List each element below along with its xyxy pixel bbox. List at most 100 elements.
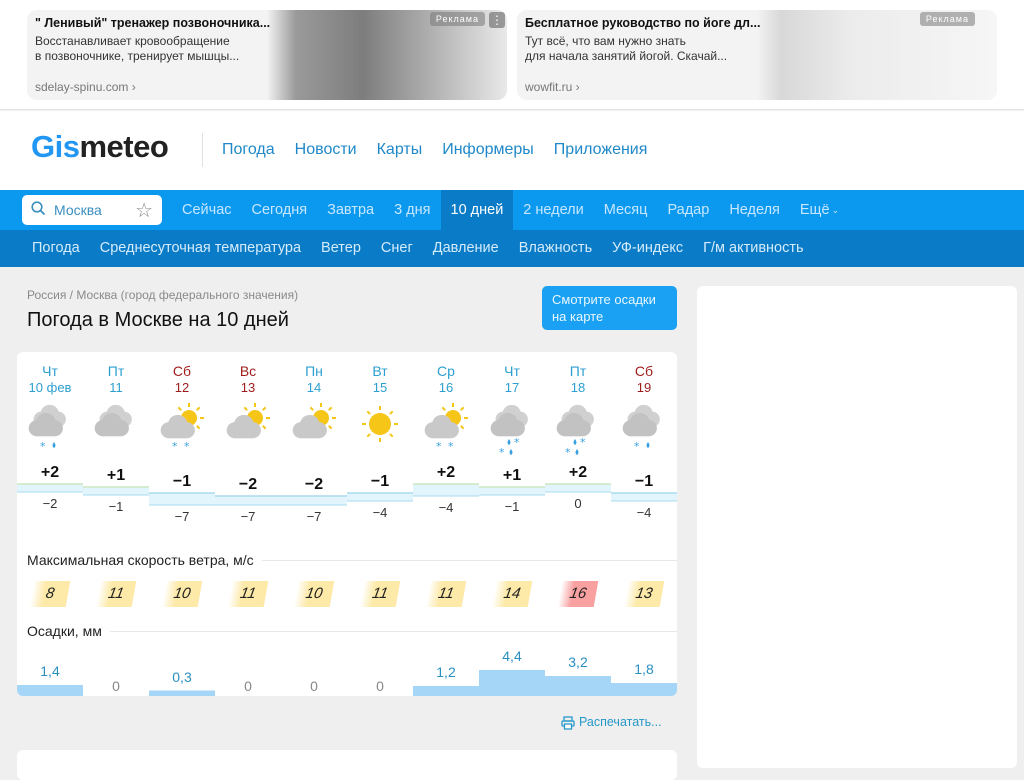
wind-speed-value: 14 — [491, 581, 533, 607]
tab-period[interactable]: Месяц — [594, 190, 658, 230]
ad-domain[interactable]: sdelay-spinu.com › — [35, 80, 136, 94]
tab-period[interactable]: 2 недели — [513, 190, 593, 230]
ad-title: Бесплатное руководство по йоге дл... — [525, 16, 761, 30]
day-date: 11 — [109, 380, 123, 395]
wind-speed-value: 10 — [293, 581, 335, 607]
temp-min-label: −7 — [306, 509, 322, 524]
ad-domain[interactable]: wowfit.ru › — [525, 80, 580, 94]
temp-bar — [479, 487, 545, 495]
precip-bar — [413, 686, 479, 696]
tab-period[interactable]: Сегодня — [242, 190, 318, 230]
tab-param[interactable]: Г/м активность — [693, 230, 813, 267]
svg-text:*: * — [499, 446, 505, 458]
top-nav: Погода Новости Карты Информеры Приложени… — [222, 141, 647, 159]
day-name: Чт — [504, 363, 520, 379]
partly-cloudy-icon — [291, 402, 337, 463]
precip-value: 1,2 — [436, 664, 456, 680]
temp-bar — [347, 493, 413, 501]
temp-max-label: −1 — [172, 473, 192, 490]
cloudy-heavy-snow-rain-icon: * * — [489, 402, 535, 463]
precip-map-button[interactable]: Смотрите осадки на карте — [542, 286, 677, 330]
ad-label: Реклама — [429, 12, 485, 26]
search-value: Москва — [54, 202, 102, 218]
day-date: 12 — [174, 380, 190, 395]
cloudy-snow-rain-icon: * — [27, 402, 73, 463]
nav-informers[interactable]: Информеры — [442, 141, 534, 159]
divider — [202, 133, 203, 167]
day-name: Вс — [239, 363, 257, 379]
forecast-card: Максимальная скорость ветра, м/с Осадки,… — [17, 352, 677, 696]
wind-speed-value: 8 — [29, 581, 71, 607]
wind-speed-value: 16 — [557, 581, 599, 607]
tab-param[interactable]: Среднесуточная температура — [90, 230, 311, 267]
logo[interactable]: Gismeteo — [31, 129, 169, 165]
precip-value: 1,8 — [634, 661, 654, 677]
nav-maps[interactable]: Карты — [377, 141, 423, 159]
precip-bar — [17, 685, 83, 696]
day-date: 10 фев — [28, 380, 72, 395]
tab-period[interactable]: Завтра — [317, 190, 384, 230]
ad-bar: " Ленивый" тренажер позвоночника... Восс… — [0, 0, 1024, 110]
chevron-down-icon[interactable]: ⌄ — [832, 190, 840, 230]
tab-param[interactable]: Давление — [423, 230, 509, 267]
city-search-input[interactable]: Москва ☆ — [22, 195, 162, 225]
temp-bar — [611, 493, 677, 501]
nav-news[interactable]: Новости — [295, 141, 357, 159]
svg-text:*: * — [565, 446, 571, 458]
day-date: 18 — [570, 380, 586, 395]
precip-value: 3,2 — [568, 654, 588, 670]
temp-bar — [17, 484, 83, 492]
svg-text:*: * — [514, 436, 520, 449]
wind-speed-value: 11 — [359, 581, 401, 607]
breadcrumb[interactable]: Россия / Москва (город федерального знач… — [27, 288, 298, 302]
ad-banner-2[interactable]: Бесплатное руководство по йоге дл... Тут… — [517, 10, 997, 100]
temp-min-label: −4 — [372, 505, 388, 520]
temp-max-label: +2 — [436, 464, 456, 481]
printer-icon — [561, 716, 575, 730]
temp-min-label: −4 — [636, 505, 652, 520]
ad-title: " Ленивый" тренажер позвоночника... — [35, 16, 271, 30]
day-name: Чт — [42, 363, 58, 379]
temp-min-label: −4 — [438, 500, 454, 515]
precip-value: 0 — [310, 678, 318, 694]
ad-description: Тут всё, что вам нужно знать для начала … — [525, 34, 728, 63]
star-icon[interactable]: ☆ — [135, 198, 153, 223]
svg-text:*: * — [634, 440, 640, 453]
tab-period[interactable]: Радар — [657, 190, 719, 230]
temp-max-label: −1 — [634, 473, 654, 490]
print-link[interactable]: Распечатать... — [561, 715, 662, 730]
day-date: 17 — [504, 380, 520, 395]
wind-speed-value: 11 — [95, 581, 137, 607]
svg-text:*: * — [448, 440, 454, 453]
day-name: Сб — [634, 363, 654, 379]
sunny-icon — [357, 402, 403, 463]
tab-period[interactable]: Сейчас — [172, 190, 242, 230]
tab-param[interactable]: УФ-индекс — [602, 230, 693, 267]
right-ad-panel — [697, 286, 1017, 768]
next-card — [17, 750, 677, 780]
tab-param[interactable]: Снег — [371, 230, 423, 267]
temp-max-label: −1 — [370, 473, 390, 490]
precip-bar — [149, 690, 215, 696]
temp-bar — [281, 496, 347, 505]
temp-max-label: +1 — [106, 467, 126, 484]
nav-apps[interactable]: Приложения — [554, 141, 648, 159]
tab-param[interactable]: Погода — [22, 230, 90, 267]
precip-value: 0 — [112, 678, 120, 694]
temp-min-label: −7 — [174, 509, 190, 524]
temp-min-label: 0 — [574, 496, 582, 511]
nav-pogoda[interactable]: Погода — [222, 141, 275, 159]
temp-min-label: −7 — [240, 509, 256, 524]
tab-param[interactable]: Ветер — [311, 230, 371, 267]
tab-param[interactable]: Влажность — [509, 230, 602, 267]
tab-period[interactable]: Неделя — [719, 190, 790, 230]
svg-text:*: * — [40, 440, 46, 453]
ad-label: Реклама — [919, 12, 975, 26]
tab-period[interactable]: 10 дней — [440, 190, 514, 230]
cloudy-icon — [93, 402, 139, 463]
cloudy-heavy-snow-rain-icon: * * — [555, 402, 601, 463]
precip-bar — [611, 683, 677, 696]
tab-period[interactable]: 3 дня — [384, 190, 440, 230]
more-icon[interactable]: ⋮ — [489, 12, 505, 28]
ad-banner-1[interactable]: " Ленивый" тренажер позвоночника... Восс… — [27, 10, 507, 100]
